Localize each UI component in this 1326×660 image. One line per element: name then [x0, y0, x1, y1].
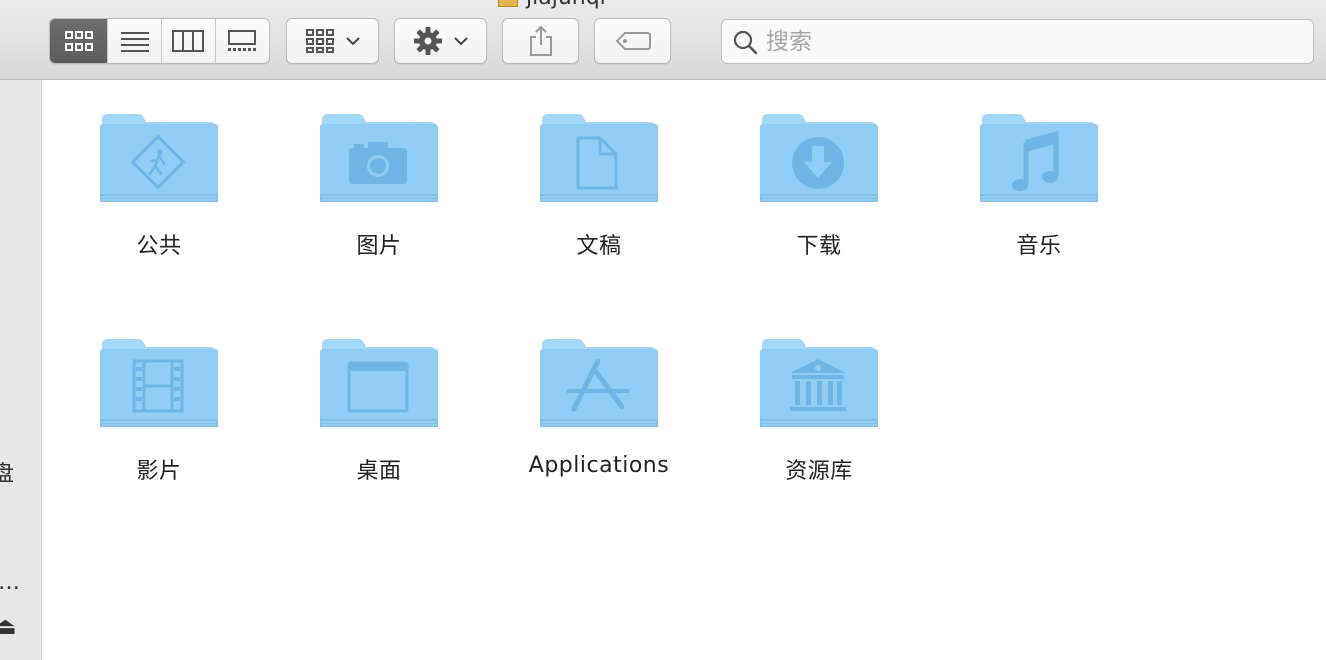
library-building-icon [760, 339, 878, 427]
home-folder-icon [498, 0, 518, 7]
icon-view-button[interactable] [50, 19, 109, 63]
tag-icon [615, 32, 651, 50]
folder-label: 公共 [136, 234, 182, 259]
window-title: jiajunqi [498, 0, 606, 10]
finder-window: jiajunqi [0, 0, 1326, 660]
group-grid-icon [305, 29, 334, 53]
music-note-icon [980, 114, 1098, 202]
folder-item-movies[interactable]: 影片 [59, 305, 259, 495]
folder-label: 资源库 [785, 459, 853, 484]
folder-label: 影片 [136, 459, 182, 484]
folder-item-desktop[interactable]: 桌面 [279, 305, 479, 495]
toolbar: jiajunqi [0, 0, 1326, 80]
desktop-window-icon [320, 339, 438, 427]
folder-label: 图片 [356, 234, 402, 259]
sidebar-item-truncated-label[interactable]: … [0, 570, 20, 595]
folder-label: Applications [528, 453, 670, 478]
folder-item-documents[interactable]: 文稿 [499, 80, 699, 270]
folder-item-pictures[interactable]: 图片 [279, 80, 479, 270]
folder-item-music[interactable]: 音乐 [939, 80, 1139, 270]
search-input[interactable] [766, 28, 1286, 55]
folder-label: 文稿 [576, 234, 622, 259]
folder-item-library[interactable]: 资源库 [719, 305, 919, 495]
download-arrow-icon [760, 114, 878, 202]
sidebar: 盘 … ⏏ [0, 80, 42, 660]
folder-item-public[interactable]: 公共 [59, 80, 259, 270]
gallery-icon [228, 30, 257, 51]
group-by-button[interactable] [286, 18, 379, 64]
folder-label: 桌面 [356, 459, 402, 484]
column-view-button[interactable] [162, 19, 216, 63]
document-icon [540, 114, 658, 202]
list-view-button[interactable] [108, 19, 162, 63]
camera-icon [320, 114, 438, 202]
gear-icon [413, 27, 442, 55]
folder-item-downloads[interactable]: 下载 [719, 80, 919, 270]
share-icon [529, 25, 552, 56]
film-strip-icon [100, 339, 218, 427]
eject-icon[interactable]: ⏏ [0, 612, 17, 640]
chevron-down-icon [453, 37, 468, 46]
action-button[interactable] [394, 18, 487, 64]
sidebar-item-disk-label[interactable]: 盘 [0, 456, 14, 488]
share-button[interactable] [502, 18, 579, 64]
chevron-down-icon [345, 37, 360, 46]
folder-content-area: 公共 图片 文稿 下载 音乐 影片 桌面 Applications 资源库 [42, 80, 1326, 660]
search-field[interactable] [721, 19, 1314, 64]
view-mode-control [49, 18, 270, 64]
search-icon [733, 30, 758, 54]
gallery-view-button[interactable] [216, 19, 270, 63]
list-lines-icon [120, 32, 149, 52]
columns-icon [172, 30, 205, 52]
icon-grid-icon [64, 31, 93, 51]
edit-tags-button[interactable] [594, 18, 671, 64]
folder-label: 下载 [796, 234, 842, 259]
folder-item-applications[interactable]: Applications [499, 305, 699, 495]
public-walking-person-icon [100, 114, 218, 202]
window-title-text: jiajunqi [526, 0, 606, 10]
folder-label: 音乐 [1016, 234, 1062, 259]
app-store-icon [540, 339, 658, 427]
